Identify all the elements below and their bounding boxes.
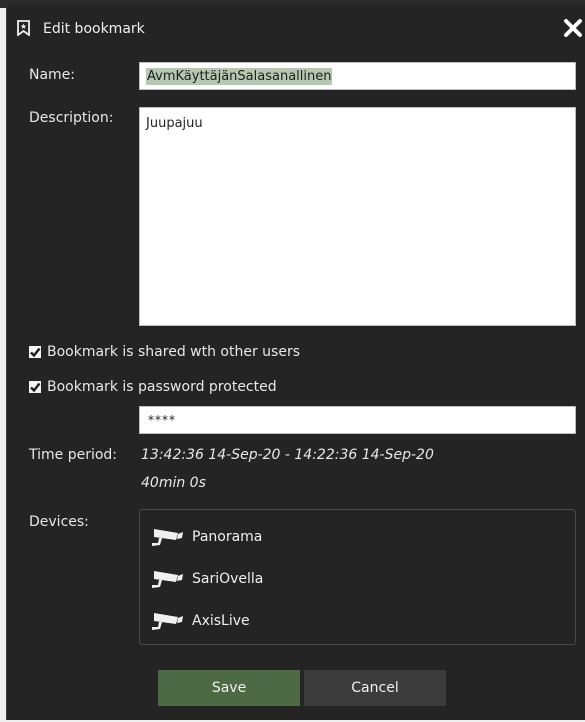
camera-icon [152,529,183,546]
password-checkbox-label: Bookmark is password protected [47,379,277,395]
password-value: **** [148,413,176,427]
description-textarea[interactable]: Juupajuu [139,107,576,326]
password-checkbox[interactable] [29,381,41,393]
time-period-label: Time period: [29,447,118,463]
name-label: Name: [29,67,76,83]
list-item[interactable]: SariOvella [150,566,263,592]
description-label: Description: [29,110,114,126]
checkmark-icon [30,382,41,393]
password-checkbox-row[interactable]: Bookmark is password protected [29,379,277,395]
list-item[interactable]: Panorama [150,524,262,550]
list-item[interactable]: AxisLive [150,608,250,634]
description-value: Juupajuu [146,116,203,131]
password-input[interactable]: **** [139,406,576,434]
shared-checkbox-row[interactable]: Bookmark is shared wth other users [29,344,300,360]
dialog-title: Edit bookmark [43,21,145,37]
close-icon[interactable] [563,18,583,38]
device-name: AxisLive [192,613,250,629]
shared-checkbox-label: Bookmark is shared wth other users [47,344,300,360]
duration: 40min 0s [141,475,206,491]
devices-list: Panorama SariOvella AxisLive [139,509,576,645]
save-button[interactable]: Save [158,670,300,706]
camera-icon [152,571,183,588]
shared-checkbox[interactable] [29,346,41,358]
device-name: Panorama [192,529,263,545]
devices-label: Devices: [29,514,89,530]
cancel-button[interactable]: Cancel [304,670,446,706]
device-name: SariOvella [192,571,264,587]
name-value: AvmKäyttäjänSalasanallinen [146,67,333,85]
name-input[interactable]: AvmKäyttäjänSalasanallinen [139,62,576,90]
camera-icon [152,613,183,630]
time-range: 13:42:36 14-Sep-20 - 14:22:36 14-Sep-20 [141,447,434,463]
bookmark-icon [17,20,30,36]
edit-bookmark-dialog: Edit bookmark Name: AvmKäyttäjänSalasana… [6,4,585,720]
dialog-titlebar: Edit bookmark [7,4,585,50]
checkmark-icon [30,347,41,358]
